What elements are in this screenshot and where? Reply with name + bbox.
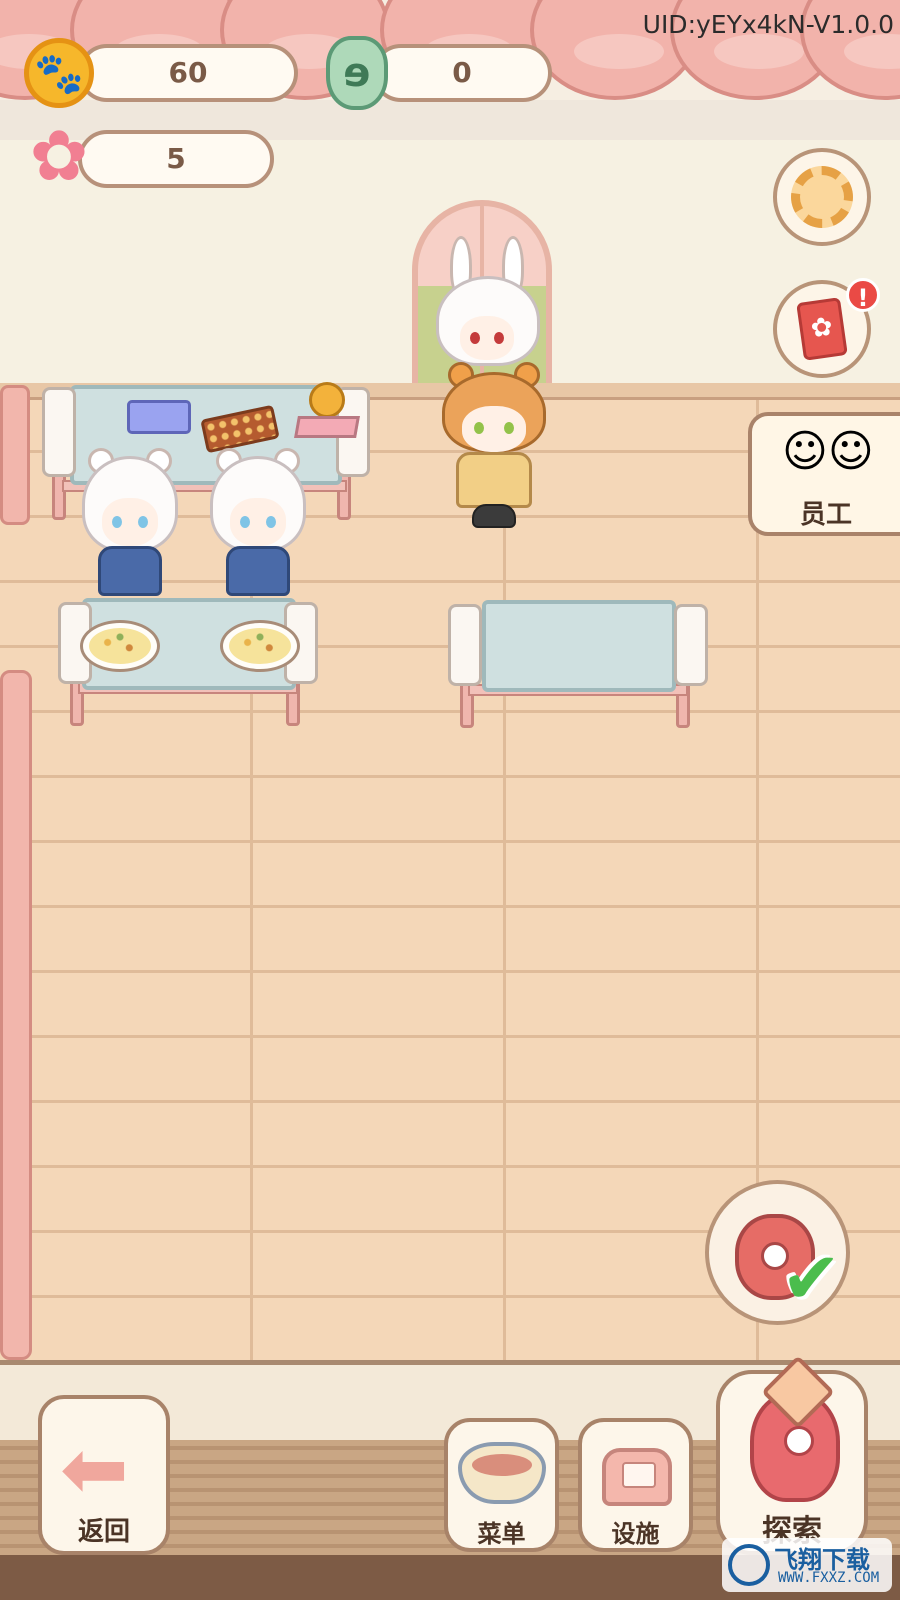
facility-button[interactable]: 设施 bbox=[578, 1418, 693, 1552]
coin-value: 60 bbox=[168, 56, 208, 89]
paw-coin-icon: 🐾 bbox=[24, 38, 94, 108]
sakura-icon: ✿ bbox=[29, 115, 89, 197]
potted-plant bbox=[294, 382, 360, 438]
explore-button[interactable]: 探索 bbox=[716, 1370, 868, 1555]
fried-rice-dish-2[interactable] bbox=[220, 620, 300, 672]
sakura-value: 5 bbox=[166, 142, 186, 175]
check-icon: ✔ bbox=[781, 1236, 842, 1320]
order-complete-bubble[interactable]: ✔ bbox=[705, 1180, 850, 1325]
staff-faces-icon: ☺☺ bbox=[782, 426, 874, 477]
noodle-bowl-icon bbox=[458, 1442, 546, 1504]
jade-dragon-icon: ɘ bbox=[326, 36, 388, 110]
settings-button[interactable] bbox=[773, 148, 871, 246]
staff-button[interactable]: ☺☺ 员工 bbox=[748, 412, 900, 536]
tiger-customer[interactable] bbox=[438, 362, 550, 537]
cards-icon: ✿ bbox=[796, 297, 848, 361]
menu-button[interactable]: 菜单 bbox=[444, 1418, 559, 1552]
jade-counter: 0 bbox=[372, 44, 552, 102]
facility-label: 设施 bbox=[611, 1520, 660, 1548]
book-item bbox=[127, 400, 191, 434]
uid-label: UID:yEYx4kN-V1.0.0 bbox=[642, 10, 894, 39]
bunny-customer[interactable] bbox=[432, 236, 542, 376]
menu-label: 菜单 bbox=[477, 1520, 526, 1548]
staff-label: 员工 bbox=[799, 500, 852, 530]
dining-table-right[interactable] bbox=[448, 600, 710, 730]
sakura-counter: 5 bbox=[78, 130, 274, 188]
left-rail-top bbox=[0, 385, 30, 525]
gear-icon bbox=[791, 166, 853, 228]
coin-counter: 60 bbox=[78, 44, 298, 102]
left-rail bbox=[0, 670, 32, 1360]
staff-character-2[interactable] bbox=[208, 448, 308, 598]
notification-badge: ! bbox=[846, 278, 880, 312]
back-label: 返回 bbox=[77, 1517, 130, 1547]
back-button[interactable]: ⬅ 返回 bbox=[38, 1395, 170, 1555]
watermark: 飞翔下载 WWW.FXXZ.COM bbox=[722, 1538, 892, 1592]
watermark-site: WWW.FXXZ.COM bbox=[778, 1570, 880, 1586]
jade-value: 0 bbox=[452, 56, 472, 89]
left-arrow-icon: ⬅ bbox=[60, 1422, 129, 1517]
monster-icon bbox=[750, 1392, 840, 1502]
watermark-logo-icon bbox=[728, 1544, 770, 1586]
sofa-icon bbox=[602, 1448, 672, 1506]
staff-character-1[interactable] bbox=[80, 448, 180, 598]
fried-rice-dish-1[interactable] bbox=[80, 620, 160, 672]
